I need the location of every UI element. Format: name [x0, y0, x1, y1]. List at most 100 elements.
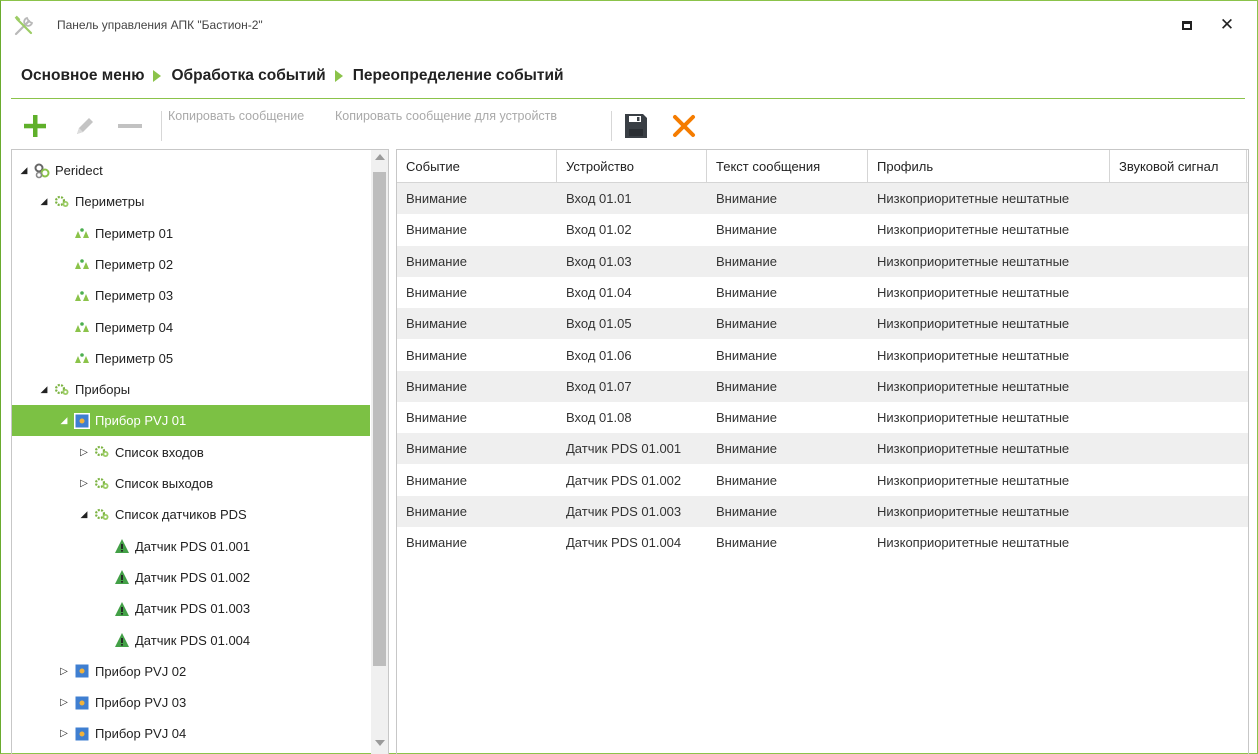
tree-node[interactable]: ▷ Прибор PVJ 02 — [12, 656, 370, 687]
add-button[interactable] — [21, 109, 49, 143]
breadcrumb-divider — [11, 98, 1245, 99]
gears-icon — [94, 444, 110, 460]
tree-node[interactable]: ◢ Приборы — [12, 374, 370, 405]
tree-node[interactable]: Периметр 01 — [12, 218, 370, 249]
table-row[interactable]: Внимание Датчик PDS 01.001 Внимание Низкопр… — [397, 433, 1248, 465]
table-row[interactable]: Внимание Вход 01.03 Внимание Низкоприоритет… — [397, 245, 1248, 277]
table-row[interactable]: Внимание Вход 01.05 Внимание Низкоприоритет… — [397, 308, 1248, 340]
tree-scrollbar[interactable] — [371, 150, 388, 754]
expand-triangle-icon[interactable]: ◢ — [38, 196, 50, 207]
table-row[interactable]: Внимание Вход 01.08 Внимание Низкоприоритет… — [397, 402, 1248, 433]
breadcrumb-main-menu[interactable]: Основное меню — [21, 67, 144, 85]
tree-node[interactable]: Датчик PDS 01.003 — [12, 593, 370, 624]
tree-node[interactable]: Датчик PDS 01.002 — [12, 562, 370, 593]
expand-triangle-icon[interactable]: ◢ — [58, 415, 70, 426]
cell-message-text: Внимание — [716, 222, 777, 238]
tree-node[interactable]: Периметр 05 — [12, 343, 370, 374]
minus-icon — [118, 124, 142, 128]
column-header-device[interactable]: Устройство — [557, 150, 707, 183]
cell-message-text: Внимание — [716, 284, 777, 300]
cell-device: Вход 01.04 — [566, 284, 632, 300]
cell-event: Внимание — [406, 284, 467, 300]
column-header-event[interactable]: Событие — [397, 150, 557, 183]
table-row[interactable]: Внимание Датчик PDS 01.003 Внимание Низкопр… — [397, 496, 1248, 527]
table-row[interactable]: Внимание Вход 01.01 Внимание Низкоприоритет… — [397, 183, 1248, 214]
scroll-up-icon[interactable] — [375, 154, 385, 160]
pencil-icon — [77, 118, 93, 134]
toolbar: Копировать сообщение Копировать сообщени… — [11, 105, 1247, 147]
tree-node[interactable]: ◢ Список датчиков PDS — [12, 499, 370, 530]
scroll-down-icon[interactable] — [375, 740, 385, 746]
device-tree: ◢ Peridect ◢ Периметры Периметр 01 Периметр 0… — [11, 149, 389, 754]
close-button[interactable]: ✕ — [1217, 15, 1237, 35]
tree-node-label: Приборы — [75, 382, 131, 398]
collapse-triangle-icon[interactable]: ▷ — [78, 478, 90, 489]
cell-device: Вход 01.01 — [566, 191, 632, 206]
tree-node-label: Периметр 05 — [95, 350, 174, 366]
cell-profile: Низкоприоритетные нештатные — [877, 284, 1070, 300]
cell-message-text: Внимание — [716, 316, 777, 332]
expand-triangle-icon[interactable]: ◢ — [18, 165, 30, 176]
cell-sound — [1110, 402, 1247, 433]
cell-sound — [1110, 183, 1247, 214]
cell-device: Вход 01.06 — [566, 347, 632, 363]
tree-node[interactable]: ◢ Периметры — [12, 186, 370, 217]
copy-message-button[interactable]: Копировать сообщение — [168, 109, 304, 123]
collapse-triangle-icon[interactable]: ▷ — [58, 728, 70, 739]
tree-node[interactable]: Периметр 04 — [12, 312, 370, 343]
tree-node[interactable]: Периметр 03 — [12, 280, 370, 311]
tree-node-label: Peridect — [55, 163, 103, 178]
cell-event: Внимание — [406, 504, 467, 519]
app-window: Панель управления АПК "Бастион-2" ✕ Осно… — [0, 0, 1258, 754]
gears-icon — [54, 382, 70, 398]
table-row[interactable]: Внимание Датчик PDS 01.002 Внимание Низкопр… — [397, 465, 1248, 496]
gears-icon — [54, 194, 70, 210]
tree-node[interactable]: Периметр 02 — [12, 249, 370, 280]
table-row[interactable]: Внимание Вход 01.06 Внимание Низкоприоритет… — [397, 340, 1248, 371]
tree-node[interactable]: Датчик PDS 01.004 — [12, 625, 370, 656]
cell-event: Внимание — [406, 378, 467, 394]
gears-icon — [94, 476, 110, 492]
table-row[interactable]: Внимание Датчик PDS 01.004 Внимание Низкопр… — [397, 527, 1248, 558]
cell-sound — [1110, 308, 1247, 339]
tree-node[interactable]: ◢ Прибор PVJ 01 — [12, 405, 370, 437]
collapse-triangle-icon[interactable]: ▷ — [78, 447, 90, 458]
scroll-thumb[interactable] — [373, 172, 386, 666]
tree-node-label: Периметр 04 — [95, 319, 174, 335]
expand-triangle-icon[interactable]: ◢ — [38, 384, 50, 395]
perimeter-icon — [74, 225, 90, 241]
tree-node[interactable]: ▷ Прибор PVJ 04 — [12, 718, 370, 749]
column-header-message-text[interactable]: Текст сообщения — [707, 150, 868, 183]
table-row[interactable]: Внимание Вход 01.07 Внимание Низкоприоритет… — [397, 370, 1248, 402]
collapse-triangle-icon[interactable]: ▷ — [58, 697, 70, 708]
tree-node-label: Периметр 03 — [95, 288, 174, 304]
tree-node[interactable]: Датчик PDS 01.001 — [12, 531, 370, 562]
collapse-triangle-icon[interactable]: ▷ — [58, 666, 70, 677]
tree-node-label: Периметры — [75, 194, 145, 210]
tree-node[interactable]: ▷ Список выходов — [12, 468, 370, 499]
remove-button[interactable] — [115, 109, 145, 143]
cancel-button[interactable] — [671, 109, 697, 143]
cell-profile: Низкоприоритетные нештатные — [877, 253, 1070, 269]
maximize-button[interactable] — [1177, 15, 1197, 35]
edit-button[interactable] — [71, 109, 99, 143]
table-row[interactable]: Внимание Вход 01.04 Внимание Низкоприоритет… — [397, 277, 1248, 308]
column-header-profile[interactable]: Профиль — [868, 150, 1110, 183]
table-row[interactable]: Внимание Вход 01.02 Внимание Низкоприоритет… — [397, 214, 1248, 245]
tree-node[interactable]: ▷ Прибор PVJ 03 — [12, 687, 370, 718]
tools-icon — [13, 15, 35, 37]
cell-message-text: Внимание — [716, 347, 777, 363]
breadcrumb-event-processing[interactable]: Обработка событий — [171, 67, 325, 85]
tree-node[interactable]: ▷ Список входов — [12, 437, 370, 468]
copy-message-devices-button[interactable]: Копировать сообщение для устройств — [335, 109, 557, 123]
expand-triangle-icon[interactable]: ◢ — [78, 509, 90, 520]
save-button[interactable] — [623, 109, 649, 143]
cell-message-text: Внимание — [716, 378, 777, 394]
cell-profile: Низкоприоритетные нештатные — [877, 316, 1070, 332]
tree-node[interactable]: ◢ Peridect — [12, 155, 370, 186]
cell-profile: Низкоприоритетные нештатные — [877, 472, 1070, 488]
close-icon: ✕ — [1219, 15, 1235, 34]
column-header-sound[interactable]: Звуковой сигнал — [1110, 150, 1247, 183]
cell-device: Вход 01.03 — [566, 253, 632, 269]
cell-event: Внимание — [406, 472, 467, 488]
